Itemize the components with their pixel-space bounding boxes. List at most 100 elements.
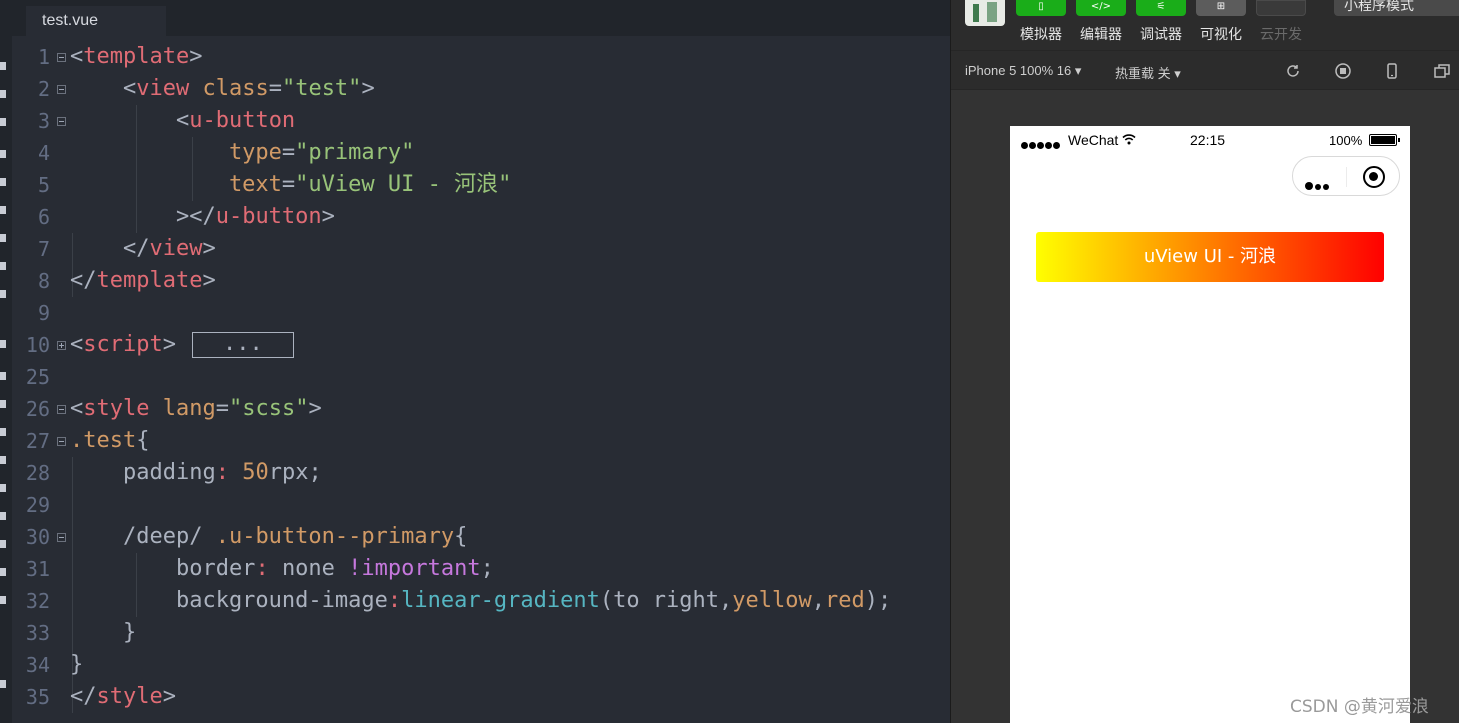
code-line[interactable]: 6 ></u-button> bbox=[12, 201, 950, 233]
project-avatar-icon[interactable] bbox=[965, 0, 1005, 26]
simulator-button[interactable]: ▯ 模拟器 bbox=[1016, 0, 1066, 44]
refresh-icon[interactable] bbox=[1284, 62, 1302, 80]
code-line[interactable]: 26 <style lang="scss"> bbox=[12, 393, 950, 425]
code-line[interactable]: 29 bbox=[12, 489, 950, 521]
code-line[interactable]: 33 } bbox=[12, 617, 950, 649]
visualize-button[interactable]: ⊞ 可视化 bbox=[1196, 0, 1246, 44]
code-text: /deep/ .u-button--primary{ bbox=[70, 521, 467, 553]
code-token: lang bbox=[149, 396, 216, 421]
code-token: script bbox=[83, 332, 163, 357]
code-token: linear-gradient bbox=[401, 588, 600, 613]
code-token: background-image bbox=[70, 588, 388, 613]
code-line[interactable]: 27 .test{ bbox=[12, 425, 950, 457]
line-number: 28 bbox=[25, 461, 50, 485]
device-select[interactable]: iPhone 5 100% 16 ▾ bbox=[965, 63, 1081, 79]
line-number: 34 bbox=[25, 653, 50, 677]
code-line[interactable]: 4 type="primary" bbox=[12, 137, 950, 169]
more-icon[interactable] bbox=[1305, 175, 1331, 194]
code-line[interactable]: 1 <template> bbox=[12, 41, 950, 73]
code-editor[interactable]: test.vue 1 <template> 2 <view class="test"… bbox=[0, 0, 950, 723]
signal-icon bbox=[1021, 136, 1061, 152]
code-text: </template> bbox=[70, 265, 216, 297]
phone-preview-icon[interactable] bbox=[1383, 62, 1401, 80]
phone-screen[interactable]: WeChat 22:15 100% uView UI - 河浪 bbox=[1010, 126, 1410, 723]
line-number: 27 bbox=[25, 429, 50, 453]
code-line[interactable]: 25 bbox=[12, 361, 950, 393]
collapse-fold-icon[interactable] bbox=[57, 533, 66, 542]
battery-percent: 100% bbox=[1329, 133, 1363, 148]
detach-window-icon[interactable] bbox=[1433, 62, 1451, 80]
code-line[interactable]: 35 </style> bbox=[12, 681, 950, 713]
phone-icon: ▯ bbox=[1016, 0, 1066, 16]
simulator-label: 模拟器 bbox=[1020, 27, 1062, 43]
code-line[interactable]: 10 <script>... bbox=[12, 329, 950, 361]
code-token: > bbox=[202, 268, 216, 293]
wifi-icon bbox=[1122, 134, 1136, 145]
line-number: 2 bbox=[37, 77, 50, 101]
code-token: text bbox=[70, 172, 282, 197]
code-token: type bbox=[70, 140, 282, 165]
editor-label: 编辑器 bbox=[1080, 27, 1122, 43]
line-number: 32 bbox=[25, 589, 50, 613]
code-token: u-button bbox=[215, 204, 322, 229]
code-area[interactable]: 1 <template> 2 <view class="test"> 3 <u-but… bbox=[12, 41, 950, 713]
code-token: : bbox=[215, 460, 243, 485]
code-token: ; bbox=[480, 556, 494, 581]
code-line[interactable]: 5 text="uView UI - 河浪" bbox=[12, 169, 950, 201]
code-line[interactable]: 9 bbox=[12, 297, 950, 329]
capsule-divider bbox=[1346, 167, 1347, 187]
code-text: ></u-button> bbox=[70, 201, 335, 233]
code-line[interactable]: 7 </view> bbox=[12, 233, 950, 265]
code-token: < bbox=[70, 396, 84, 421]
miniprogram-capsule bbox=[1292, 156, 1400, 196]
code-line[interactable]: 3 <u-button bbox=[12, 105, 950, 137]
code-line[interactable]: 2 <view class="test"> bbox=[12, 73, 950, 105]
uview-primary-button[interactable]: uView UI - 河浪 bbox=[1036, 232, 1384, 282]
collapse-fold-icon[interactable] bbox=[57, 53, 66, 62]
code-token: class bbox=[189, 76, 269, 101]
code-line[interactable]: 34} bbox=[12, 649, 950, 681]
code-line[interactable]: 31 border: none !important; bbox=[12, 553, 950, 585]
line-number: 10 bbox=[25, 333, 50, 357]
debugger-button[interactable]: ⚟ 调试器 bbox=[1136, 0, 1186, 44]
line-number: 31 bbox=[25, 557, 50, 581]
code-token: !important bbox=[348, 556, 481, 581]
stop-icon[interactable] bbox=[1334, 62, 1352, 80]
editor-button[interactable]: </> 编辑器 bbox=[1076, 0, 1126, 44]
code-token: "test" bbox=[281, 76, 362, 101]
code-token: template bbox=[83, 44, 190, 69]
file-tab[interactable]: test.vue bbox=[26, 6, 166, 36]
code-token: style bbox=[83, 396, 150, 421]
code-line[interactable]: 8 </template> bbox=[12, 265, 950, 297]
indent-guide bbox=[72, 489, 73, 521]
close-miniprogram-icon[interactable] bbox=[1363, 166, 1385, 188]
cloud-dev-button[interactable]: 云开发 bbox=[1256, 0, 1306, 44]
collapse-fold-icon[interactable] bbox=[57, 117, 66, 126]
mode-select[interactable]: 小程序模式 bbox=[1334, 0, 1459, 16]
code-token: > bbox=[308, 396, 322, 421]
code-token: (to right, bbox=[599, 588, 733, 613]
code-token: { bbox=[136, 428, 150, 453]
collapse-fold-icon[interactable] bbox=[57, 85, 66, 94]
code-token: .u-button--primary bbox=[215, 524, 455, 549]
code-text: <view class="test"> bbox=[70, 73, 375, 105]
code-token: none bbox=[281, 556, 349, 581]
collapsed-region-placeholder[interactable]: ... bbox=[191, 332, 294, 358]
line-number: 29 bbox=[25, 493, 50, 517]
code-token: padding bbox=[70, 460, 216, 485]
code-token: view bbox=[149, 236, 203, 261]
editor-tab-bar: test.vue bbox=[12, 0, 950, 36]
collapse-fold-icon[interactable] bbox=[57, 437, 66, 446]
collapse-fold-icon[interactable] bbox=[57, 405, 66, 414]
code-text: background-image:linear-gradient(to righ… bbox=[70, 585, 891, 617]
line-number: 26 bbox=[25, 397, 50, 421]
expand-fold-icon[interactable] bbox=[57, 341, 66, 350]
hot-reload-select[interactable]: 热重载 关 ▾ bbox=[1115, 63, 1181, 82]
code-token: </ bbox=[70, 268, 97, 293]
line-number: 7 bbox=[37, 237, 50, 261]
code-line[interactable]: 32 background-image:linear-gradient(to r… bbox=[12, 585, 950, 617]
code-token: > bbox=[189, 44, 203, 69]
code-line[interactable]: 28 padding: 50rpx; bbox=[12, 457, 950, 489]
code-text: </view> bbox=[70, 233, 216, 265]
code-line[interactable]: 30 /deep/ .u-button--primary{ bbox=[12, 521, 950, 553]
